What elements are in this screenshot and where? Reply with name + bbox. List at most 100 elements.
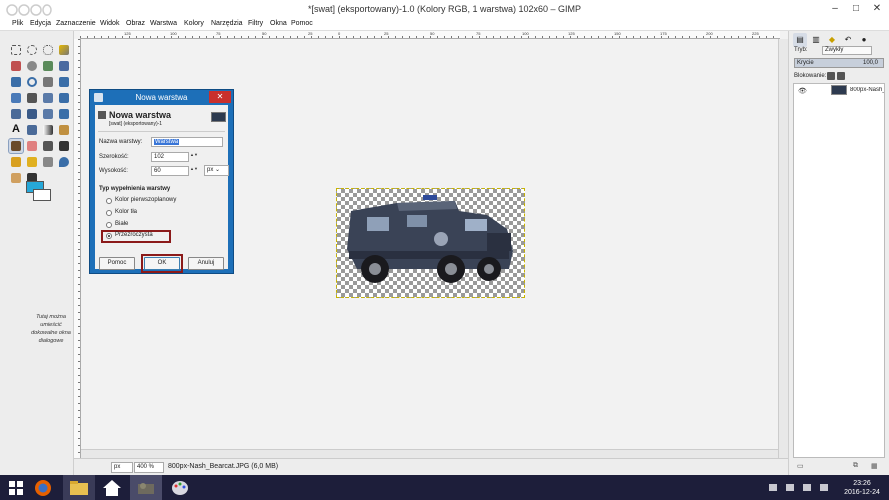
fill-option-foreground[interactable]: Kolor pierwszoplanowy	[106, 197, 206, 207]
maximize-button[interactable]: □	[847, 2, 865, 16]
flip-tool-icon[interactable]	[41, 107, 55, 121]
mode-select[interactable]: Zwykły	[822, 46, 872, 55]
file-explorer-icon[interactable]	[63, 475, 95, 500]
background-color-swatch[interactable]	[33, 189, 51, 201]
brushes-tab-icon[interactable]: ●	[857, 33, 871, 47]
scale-tool-icon[interactable]	[57, 91, 71, 105]
smudge-tool-icon[interactable]	[9, 171, 23, 185]
rect-select-tool-icon[interactable]	[9, 43, 23, 57]
measure-tool-icon[interactable]	[41, 75, 55, 89]
help-button[interactable]: Pomoc	[99, 257, 135, 270]
menu-okna[interactable]: Okna	[270, 20, 287, 27]
battery-icon[interactable]	[786, 484, 794, 491]
horizontal-scrollbar[interactable]	[81, 449, 778, 458]
radio-button-checked[interactable]	[106, 233, 112, 239]
scissors-tool-icon[interactable]	[25, 59, 39, 73]
clock-time: 23:26	[853, 480, 871, 487]
bucket-fill-tool-icon[interactable]	[25, 123, 39, 137]
perspective-clone-tool-icon[interactable]	[41, 155, 55, 169]
tray-arrow-icon[interactable]	[769, 484, 777, 491]
horizontal-ruler[interactable]: 125 100 75 50 25 0 25 50 75 100 125 150 …	[80, 31, 780, 39]
menu-zaznaczenie[interactable]: Zaznaczenie	[56, 20, 96, 27]
ellipse-select-tool-icon[interactable]	[25, 43, 39, 57]
ink-tool-icon[interactable]	[57, 139, 71, 153]
foreground-select-tool-icon[interactable]	[41, 59, 55, 73]
zoom-select[interactable]: 400 %	[134, 462, 164, 473]
new-layer-icon[interactable]: ▭	[797, 462, 804, 470]
duplicate-layer-icon[interactable]: ⧉	[853, 462, 858, 470]
layer-name-input[interactable]: Warstwa	[151, 137, 223, 147]
fuzzy-select-tool-icon[interactable]	[57, 43, 71, 57]
fill-option-transparent[interactable]: Przezroczysta	[106, 232, 206, 242]
lasso-tool-icon[interactable]	[41, 43, 55, 57]
zoom-tool-icon[interactable]	[25, 75, 39, 89]
dialog-close-button[interactable]: ✕	[209, 91, 231, 103]
radio-button[interactable]	[106, 198, 112, 204]
unit-select[interactable]: px	[111, 462, 133, 473]
menu-widok[interactable]: Widok	[100, 20, 119, 27]
home-icon[interactable]	[96, 475, 128, 500]
align-tool-icon[interactable]	[9, 91, 23, 105]
cage-tool-icon[interactable]	[57, 107, 71, 121]
paths-tab-icon[interactable]: ◆	[825, 33, 839, 47]
menu-edycja[interactable]: Edycja	[30, 20, 51, 27]
airbrush-tool-icon[interactable]	[41, 139, 55, 153]
pencil-tool-icon[interactable]	[57, 123, 71, 137]
menu-plik[interactable]: Plik	[12, 20, 23, 27]
blur-tool-icon[interactable]	[57, 155, 71, 169]
height-input[interactable]: 60	[151, 166, 189, 176]
volume-icon[interactable]	[820, 484, 828, 491]
vertical-scrollbar[interactable]	[778, 39, 788, 458]
clone-tool-icon[interactable]	[9, 155, 23, 169]
image-canvas[interactable]	[336, 188, 525, 298]
minimize-button[interactable]: –	[826, 2, 844, 16]
width-input[interactable]: 102	[151, 152, 189, 162]
lock-alpha-icon[interactable]	[837, 72, 845, 80]
fill-option-background[interactable]: Kolor tła	[106, 209, 206, 219]
width-label: Szerokość:	[99, 154, 129, 160]
channels-tab-icon[interactable]: ▥	[809, 33, 823, 47]
window-title: *[swat] (eksportowany)-1.0 (Kolory RGB, …	[307, 4, 582, 14]
lock-pixels-icon[interactable]	[827, 72, 835, 80]
select-by-color-tool-icon[interactable]	[9, 59, 23, 73]
clock[interactable]: 23:26 2016-12-24	[838, 479, 886, 497]
width-spinner-icon[interactable]: ▲▼	[190, 152, 198, 162]
heal-tool-icon[interactable]	[25, 155, 39, 169]
move-tool-icon[interactable]	[57, 75, 71, 89]
cancel-button[interactable]: Anuluj	[188, 257, 224, 270]
gimp-taskbar-icon[interactable]	[130, 475, 162, 500]
layer-row[interactable]: 👁 800px-Nash_B	[794, 84, 884, 97]
paths-tool-icon[interactable]	[57, 59, 71, 73]
menu-obraz[interactable]: Obraz	[126, 20, 145, 27]
opacity-slider[interactable]: Krycie 100,0	[794, 58, 884, 68]
radio-button[interactable]	[106, 210, 112, 216]
height-spinner-icon[interactable]: ▲▼	[190, 166, 198, 176]
blend-tool-icon[interactable]	[41, 123, 55, 137]
layers-tab-icon[interactable]: ▤	[793, 33, 807, 47]
rotate-tool-icon[interactable]	[41, 91, 55, 105]
ok-button[interactable]: OK	[144, 257, 180, 270]
close-button[interactable]: ✕	[868, 2, 886, 16]
delete-layer-icon[interactable]: ▦	[871, 462, 878, 470]
menu-narzedzia[interactable]: Narzędzia	[211, 20, 243, 27]
paintbrush-tool-icon[interactable]	[8, 138, 24, 154]
menu-warstwa[interactable]: Warstwa	[150, 20, 177, 27]
menu-kolory[interactable]: Kolory	[184, 20, 204, 27]
eraser-tool-icon[interactable]	[25, 139, 39, 153]
text-tool-icon[interactable]: A	[9, 123, 23, 137]
divider	[98, 131, 225, 132]
shear-tool-icon[interactable]	[9, 107, 23, 121]
menu-filtry[interactable]: Filtry	[248, 20, 263, 27]
radio-button[interactable]	[106, 222, 112, 228]
undo-history-tab-icon[interactable]: ↶	[841, 33, 855, 47]
firefox-icon[interactable]	[27, 475, 59, 500]
color-picker-tool-icon[interactable]	[9, 75, 23, 89]
paint-icon[interactable]	[164, 475, 196, 500]
vertical-ruler[interactable]	[74, 39, 81, 458]
crop-tool-icon[interactable]	[25, 91, 39, 105]
visibility-eye-icon[interactable]: 👁	[798, 87, 807, 95]
size-unit-select[interactable]: px ⌄	[204, 165, 229, 176]
perspective-tool-icon[interactable]	[25, 107, 39, 121]
menu-pomoc[interactable]: Pomoc	[291, 20, 313, 27]
network-icon[interactable]	[803, 484, 811, 491]
